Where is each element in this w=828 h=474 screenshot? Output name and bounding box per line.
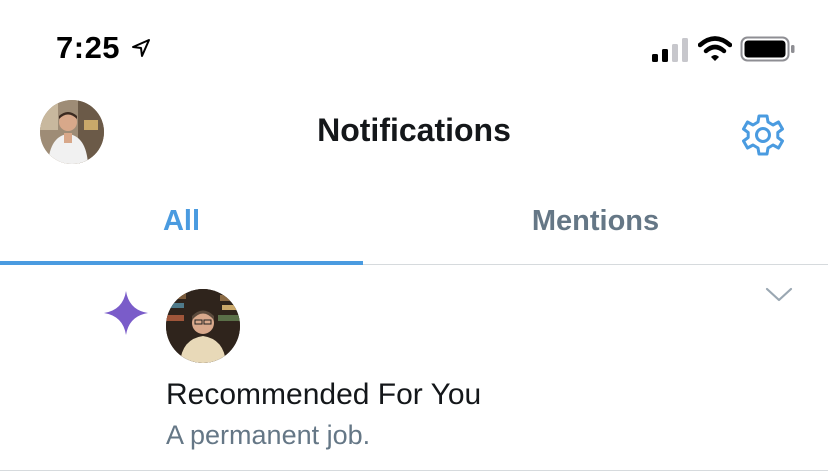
tab-bar: All Mentions [0, 178, 828, 265]
wifi-icon [698, 36, 732, 61]
tab-mentions[interactable]: Mentions [363, 178, 828, 264]
tab-all-label: All [162, 204, 201, 237]
page-title: Notifications [317, 112, 511, 148]
sparkle-icon [104, 291, 148, 335]
battery-icon [740, 36, 795, 62]
recommended-avatar[interactable] [166, 289, 240, 363]
notification-title: Recommended For You [166, 378, 482, 411]
notification-text: A permanent job. [166, 420, 371, 450]
header: Notifications [0, 90, 828, 176]
status-time: 7:25 [56, 30, 121, 65]
signal-icon [652, 38, 688, 62]
gear-icon[interactable] [738, 110, 788, 160]
chevron-down-icon[interactable] [764, 283, 794, 305]
notification-item[interactable]: Recommended For You A permanent job. [0, 265, 828, 471]
tab-all[interactable]: All [0, 178, 363, 265]
location-arrow-icon [132, 39, 150, 57]
tab-mentions-label: Mentions [531, 204, 660, 237]
status-bar: 7:25 [0, 0, 828, 90]
recommended-avatar-photo [166, 289, 240, 363]
